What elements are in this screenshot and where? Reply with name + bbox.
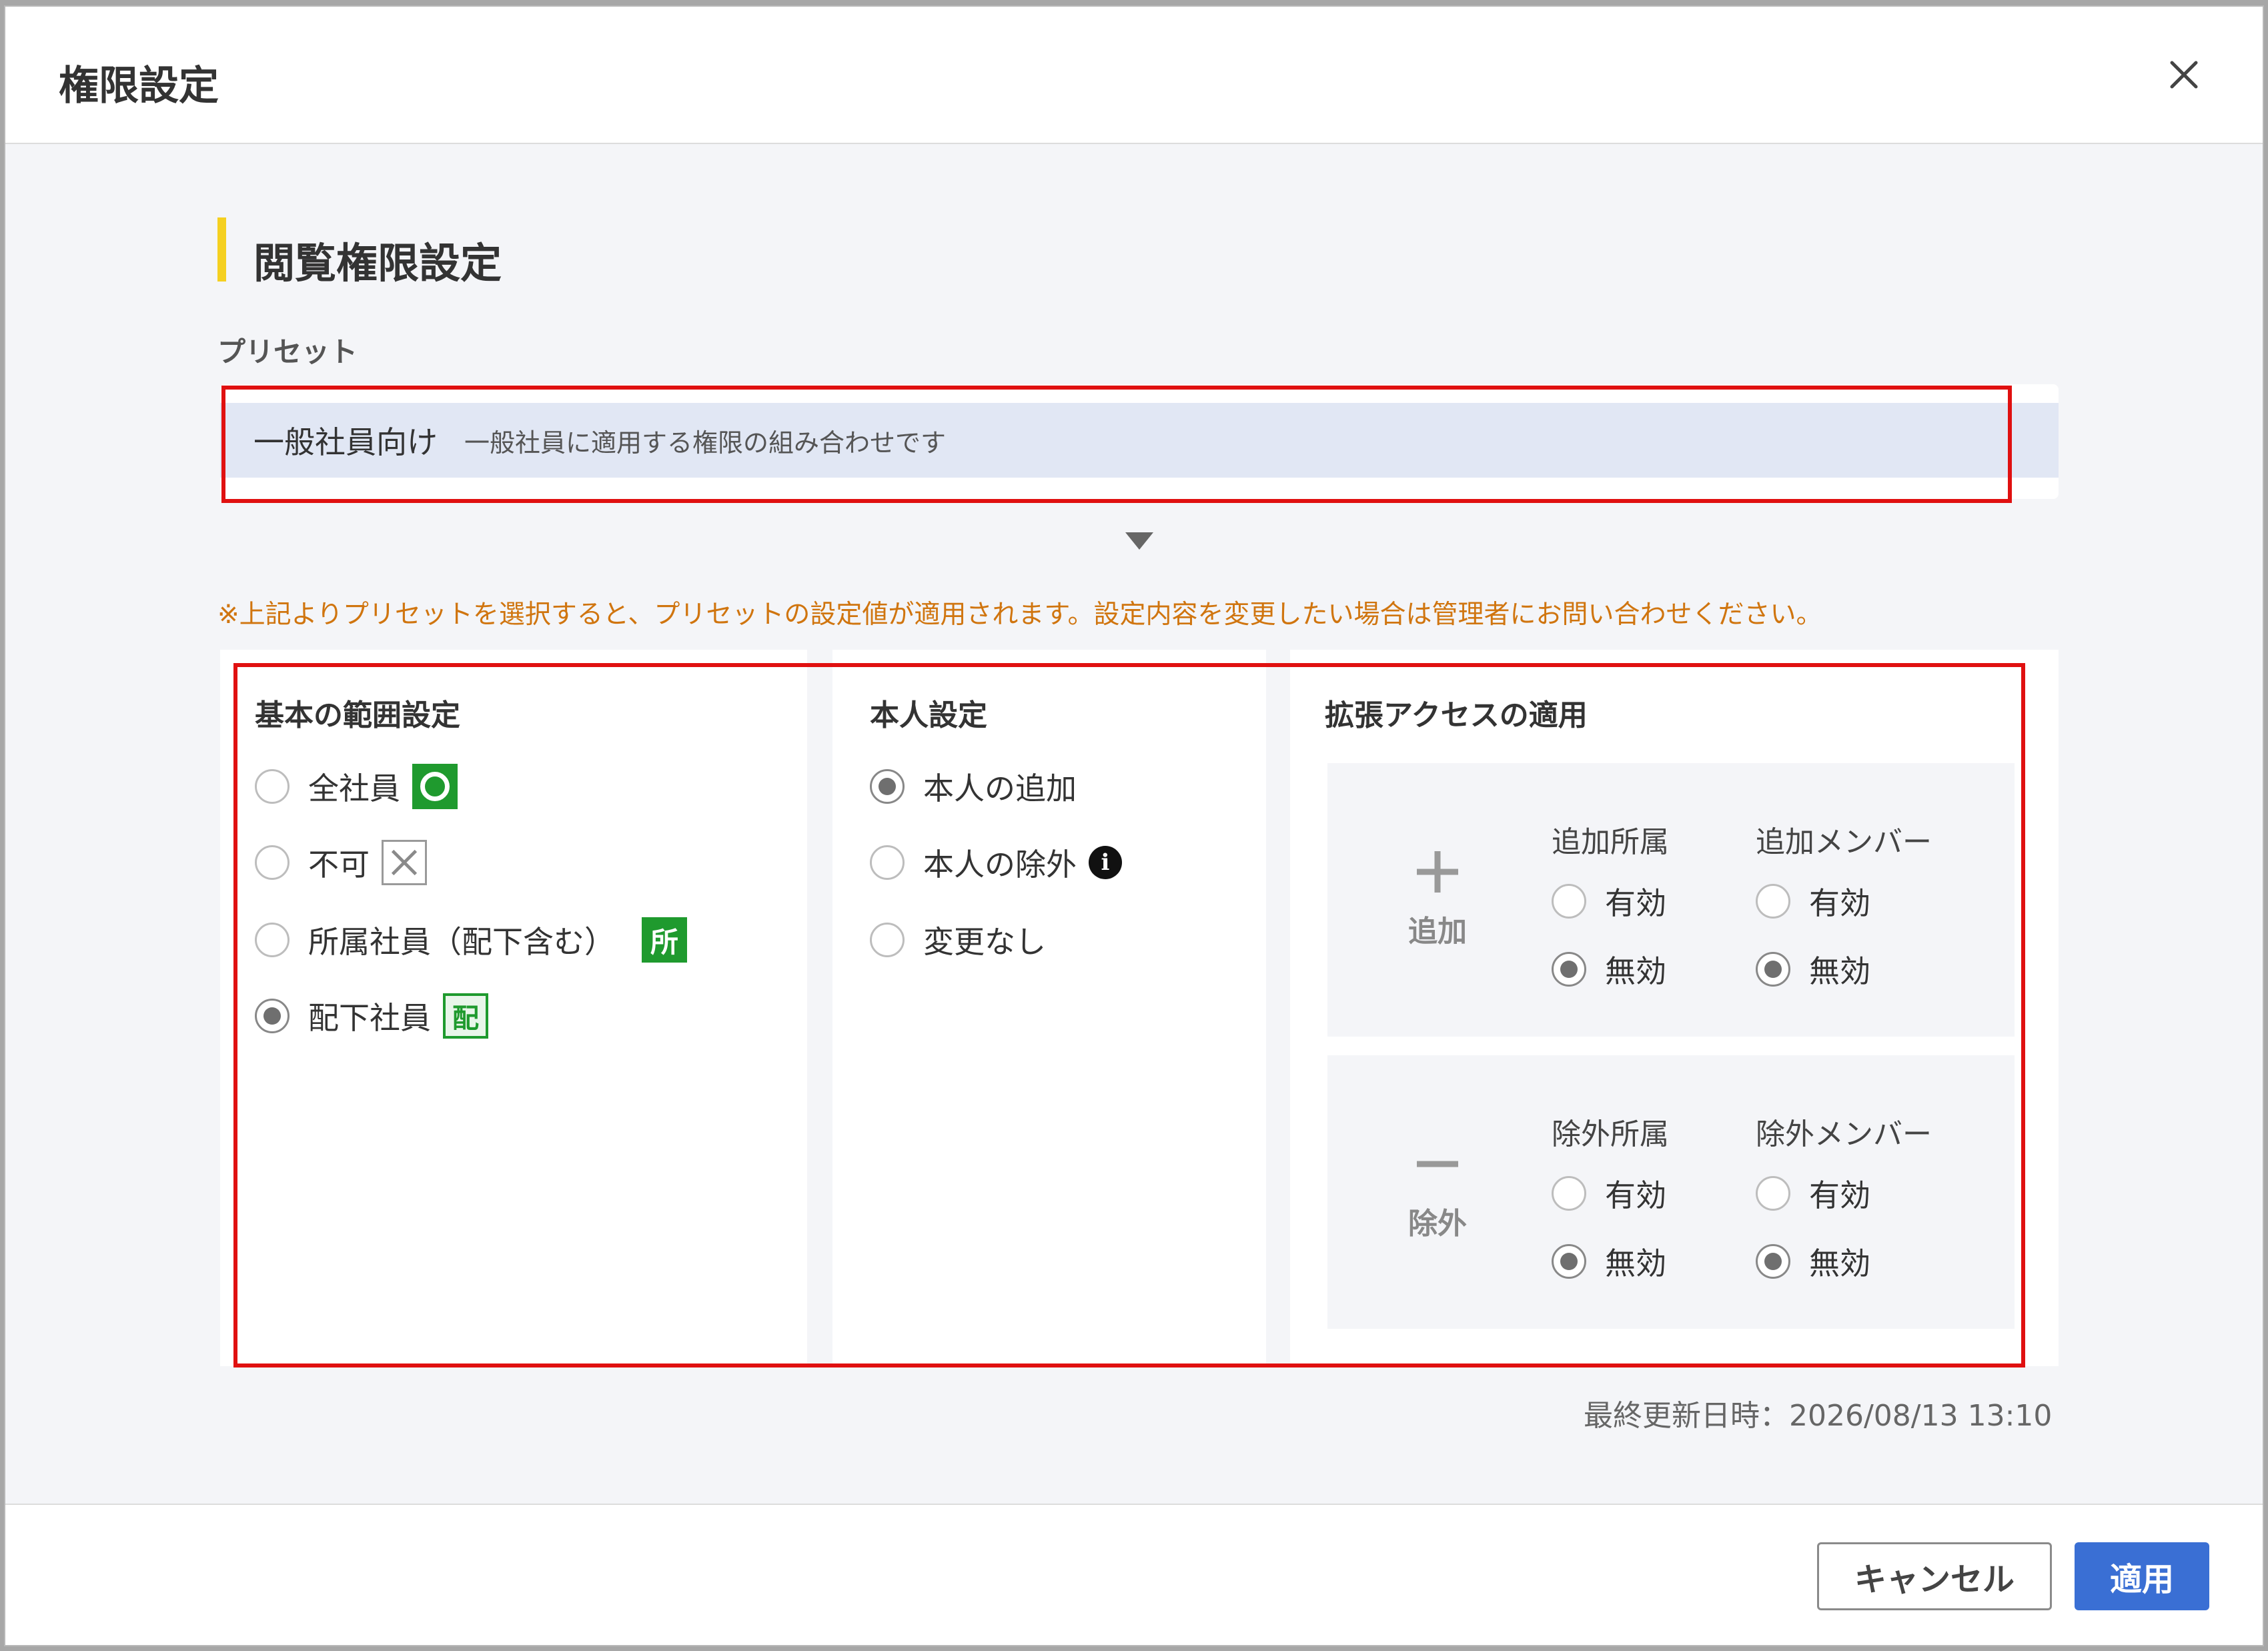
minus-icon [1414, 1141, 1461, 1187]
scope-option-all[interactable]: 全社員 [255, 763, 458, 810]
scope-option-department[interactable]: 所属社員（配下含む） 所 [255, 917, 687, 963]
add-member-disabled-option[interactable]: 無効 [1756, 946, 1870, 993]
radio-add-dept-disabled[interactable] [1552, 952, 1586, 987]
extended-add-box: 追加 追加所属 有効 無効 追加メンバー 有効 無効 [1327, 763, 2015, 1037]
preset-name: 一般社員向け [253, 424, 438, 460]
self-setting-heading: 本人設定 [870, 698, 987, 732]
section-accent-bar [217, 217, 226, 282]
radio-self-nochange[interactable] [870, 923, 905, 957]
cross-badge-icon [382, 840, 427, 885]
self-label-exclude: 本人の除外 [923, 847, 1077, 883]
preset-description: 一般社員に適用する権限の組み合わせです [464, 428, 947, 458]
dialog-footer: キャンセル 適用 [5, 1504, 2263, 1645]
preset-selected-option[interactable]: 一般社員向け 一般社員に適用する権限の組み合わせです [220, 403, 2059, 478]
circle-badge-icon [412, 764, 458, 809]
basic-scope-heading: 基本の範囲設定 [255, 698, 460, 732]
permission-dialog: 権限設定 閲覧権限設定 プリセット 一般社員向け 一般社員に適用する権限の組み合… [4, 5, 2264, 1646]
exclude-member-disabled-label: 無効 [1809, 1245, 1870, 1281]
exclude-dept-disabled-label: 無効 [1605, 1245, 1666, 1281]
exclude-member-enabled-option[interactable]: 有効 [1756, 1170, 1870, 1217]
add-member-enabled-label: 有効 [1809, 885, 1870, 921]
self-label-nochange: 変更なし [923, 924, 1046, 960]
self-setting-panel: 本人設定 本人の追加 本人の除外 i 変更なし [832, 650, 1266, 1366]
exclude-label: 除外 [1408, 1207, 1467, 1241]
exclude-dept-enabled-option[interactable]: 有効 [1552, 1170, 1666, 1217]
radio-all[interactable] [255, 769, 290, 804]
add-label: 追加 [1408, 915, 1467, 949]
add-dept-enabled-option[interactable]: 有効 [1552, 878, 1666, 925]
radio-add-member-disabled[interactable] [1756, 952, 1790, 987]
chevron-down-icon[interactable] [1124, 531, 1155, 551]
preset-label: プリセット [217, 336, 358, 368]
info-icon[interactable]: i [1089, 846, 1122, 879]
add-dept-disabled-option[interactable]: 無効 [1552, 946, 1666, 993]
add-dept-disabled-label: 無効 [1605, 953, 1666, 989]
exclude-dept-disabled-option[interactable]: 無効 [1552, 1238, 1666, 1285]
add-member-heading: 追加メンバー [1756, 825, 1932, 859]
preset-notice: ※上記よりプリセットを選択すると、プリセットの設定値が適用されます。設定内容を変… [217, 600, 1822, 630]
basic-scope-panel: 基本の範囲設定 全社員 不可 所属社員（配下含む） 所 配下社員 配 [220, 650, 807, 1366]
scope-label-all: 全社員 [308, 770, 400, 806]
extended-exclude-box: 除外 除外所属 有効 無効 除外メンバー 有効 無効 [1327, 1055, 2015, 1329]
exclude-dept-enabled-label: 有効 [1605, 1177, 1666, 1213]
scope-label-department: 所属社員（配下含む） [308, 924, 615, 960]
dialog-title: 権限設定 [59, 63, 219, 109]
self-label-add: 本人の追加 [923, 770, 1077, 806]
add-dept-enabled-label: 有効 [1605, 885, 1666, 921]
add-dept-heading: 追加所属 [1552, 825, 1669, 859]
radio-department[interactable] [255, 923, 290, 957]
close-icon[interactable] [2164, 55, 2204, 95]
scope-option-subordinates[interactable]: 配下社員 配 [255, 993, 488, 1039]
preset-dropdown[interactable]: 一般社員向け 一般社員に適用する権限の組み合わせです [220, 384, 2059, 499]
scope-label-none: 不可 [308, 847, 370, 883]
radio-add-dept-enabled[interactable] [1552, 884, 1586, 919]
radio-self-exclude[interactable] [870, 845, 905, 880]
radio-none[interactable] [255, 845, 290, 880]
subordinate-badge-icon: 配 [443, 993, 488, 1039]
add-member-disabled-label: 無効 [1809, 953, 1870, 989]
plus-icon [1414, 849, 1461, 895]
exclude-member-enabled-label: 有効 [1809, 1177, 1870, 1213]
exclude-member-disabled-option[interactable]: 無効 [1756, 1238, 1870, 1285]
scope-label-subordinates: 配下社員 [308, 1000, 431, 1036]
radio-self-add[interactable] [870, 769, 905, 804]
dialog-header: 権限設定 [5, 7, 2263, 144]
radio-add-member-enabled[interactable] [1756, 884, 1790, 919]
self-option-nochange[interactable]: 変更なし [870, 917, 1046, 963]
section-title: 閲覧権限設定 [253, 239, 502, 288]
extended-access-heading: 拡張アクセスの適用 [1325, 698, 1588, 732]
exclude-dept-heading: 除外所属 [1552, 1117, 1669, 1151]
exclude-member-heading: 除外メンバー [1756, 1117, 1932, 1151]
scope-option-none[interactable]: 不可 [255, 839, 427, 886]
last-updated: 最終更新日時：2026/08/13 13:10 [1584, 1399, 2053, 1433]
radio-exclude-member-disabled[interactable] [1756, 1244, 1790, 1279]
radio-exclude-dept-disabled[interactable] [1552, 1244, 1586, 1279]
self-option-exclude[interactable]: 本人の除外 i [870, 839, 1122, 886]
apply-button[interactable]: 適用 [2075, 1542, 2209, 1610]
radio-subordinates[interactable] [255, 999, 290, 1033]
department-badge-icon: 所 [642, 917, 687, 963]
add-member-enabled-option[interactable]: 有効 [1756, 878, 1870, 925]
radio-exclude-dept-enabled[interactable] [1552, 1176, 1586, 1211]
cancel-button[interactable]: キャンセル [1817, 1542, 2052, 1610]
radio-exclude-member-enabled[interactable] [1756, 1176, 1790, 1211]
self-option-add[interactable]: 本人の追加 [870, 763, 1077, 810]
